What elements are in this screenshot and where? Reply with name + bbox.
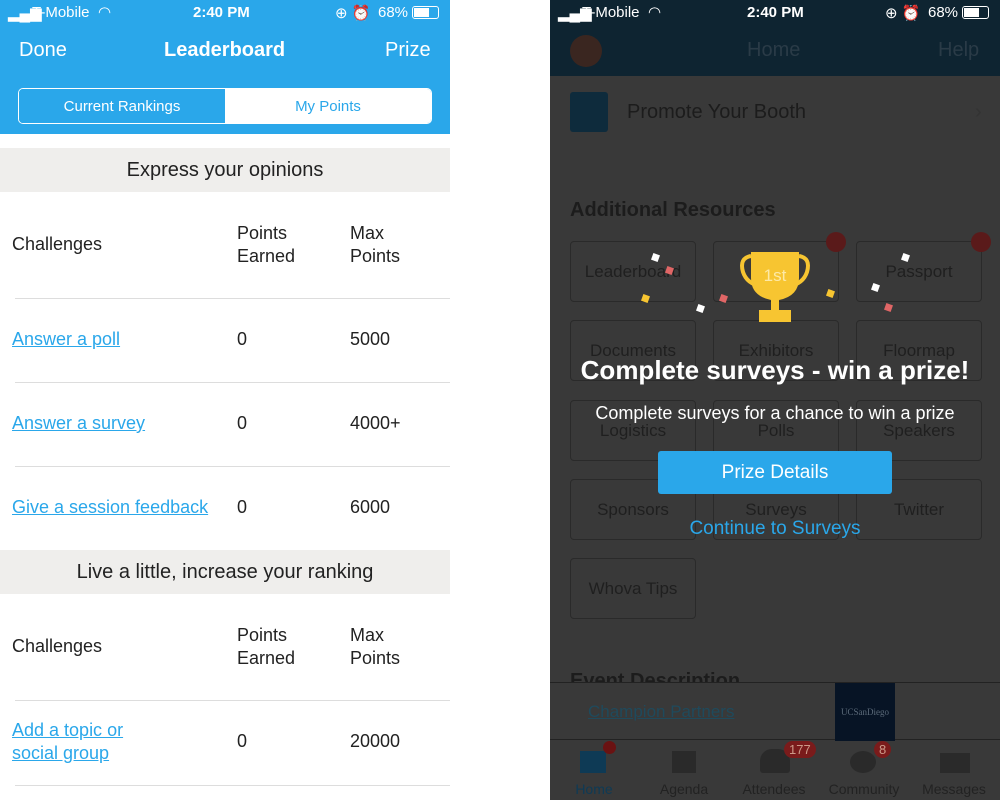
max-points: 4000+ (350, 413, 401, 433)
challenge-link[interactable]: Add a topic or social group (12, 719, 152, 765)
community-badge: 8 (874, 741, 892, 758)
carrier: T-Mobile (32, 4, 90, 21)
home-screen-with-prize-popup: ▂▄▆ T-Mobile ◠ 2:40 PM ⊕ ⏰ 68% Home Help… (550, 0, 1000, 800)
section-header: Express your opinions (0, 148, 450, 192)
battery-icon (962, 6, 989, 19)
community-icon (850, 751, 876, 773)
prize-button[interactable]: Prize (385, 39, 431, 62)
max-points: 5000 (350, 329, 391, 349)
points-earned: 0 (237, 731, 248, 751)
section-header: Live a little, increase your ranking (0, 550, 450, 594)
continue-to-surveys-link[interactable]: Continue to Surveys (550, 518, 1000, 540)
points-earned: 0 (237, 329, 248, 349)
divider (15, 298, 450, 299)
alarm-icon: ⊕ ⏰ (335, 5, 371, 22)
confetti (696, 304, 705, 313)
alarm-icon: ⊕ ⏰ (885, 5, 921, 22)
challenge-link[interactable]: Answer a survey (12, 412, 145, 435)
points-earned: 0 (237, 413, 248, 433)
notification-dot (826, 232, 846, 252)
trophy-label: 1st (764, 266, 787, 285)
tab-community[interactable]: Community (819, 781, 909, 797)
points-earned: 0 (237, 497, 248, 517)
clock: 2:40 PM (193, 4, 250, 21)
attendees-badge: 177 (784, 741, 816, 758)
resources-title: Additional Resources (570, 199, 776, 221)
max-points: 6000 (350, 497, 391, 517)
divider (15, 466, 450, 467)
tab-home[interactable]: Home (550, 781, 639, 797)
column-header-challenges: Challenges (12, 234, 103, 254)
tab-attendees[interactable]: Attendees (729, 781, 819, 797)
resource-tile[interactable]: Passport (856, 241, 982, 302)
prize-details-button[interactable]: Prize Details (658, 451, 892, 494)
resource-tile[interactable]: Leaderboard (570, 241, 696, 302)
divider (15, 785, 450, 786)
avatar[interactable] (570, 35, 602, 67)
wifi-icon: ◠ (98, 4, 112, 21)
challenge-link[interactable]: Answer a poll (12, 328, 120, 351)
carrier: T-Mobile (582, 4, 640, 21)
column-header-points-earned: Points Earned (237, 223, 296, 266)
champion-partners-link[interactable]: Champion Partners (588, 702, 734, 722)
partners-bar: Champion Partners UCSanDiego (550, 682, 1000, 741)
leaderboard-screen: ▂▄▆ T-Mobile ◠ 2:40 PM ⊕ ⏰ 68% Done Lead… (0, 0, 450, 800)
popup-subtitle: Complete surveys for a chance to win a p… (595, 403, 955, 423)
divider (15, 700, 450, 701)
tab-current-rankings[interactable]: Current Rankings (19, 89, 225, 123)
chevron-right-icon: › (975, 101, 982, 123)
battery-level: 68% (928, 4, 959, 21)
home-icon (580, 751, 606, 773)
divider (15, 382, 450, 383)
help-button[interactable]: Help (938, 39, 979, 62)
column-header-max-points: Max Points (350, 625, 401, 668)
promote-booth-item[interactable]: Promote Your Booth (627, 101, 806, 124)
battery-level: 68% (378, 4, 409, 21)
notification-dot (603, 741, 616, 754)
page-title: Home (747, 39, 801, 61)
segmented-control: Current Rankings My Points (18, 88, 432, 124)
ucsd-logo: UCSanDiego (835, 683, 895, 741)
page-title: Leaderboard (164, 39, 286, 61)
tab-messages[interactable]: Messages (909, 781, 999, 797)
battery-icon (412, 6, 439, 19)
tab-my-points[interactable]: My Points (225, 89, 431, 123)
resource-tile[interactable]: Whova Tips (570, 558, 696, 619)
column-header-max-points: Max Points (350, 223, 401, 266)
clock: 2:40 PM (747, 4, 804, 21)
tab-agenda[interactable]: Agenda (639, 781, 729, 797)
max-points: 20000 (350, 731, 401, 751)
envelope-icon (940, 753, 970, 773)
trophy-icon: 1st (740, 252, 810, 322)
popup-title: Complete surveys - win a prize! (580, 355, 970, 385)
wifi-icon: ◠ (648, 4, 662, 21)
challenge-link[interactable]: Give a session feedback (12, 496, 208, 519)
tab-bar: 177 8 Home Agenda Attendees Community Me… (550, 741, 1000, 800)
home-header: ▂▄▆ T-Mobile ◠ 2:40 PM ⊕ ⏰ 68% Home Help (550, 0, 1000, 76)
megaphone-icon (570, 92, 608, 132)
leaderboard-header: ▂▄▆ T-Mobile ◠ 2:40 PM ⊕ ⏰ 68% Done Lead… (0, 0, 450, 134)
calendar-icon (672, 751, 696, 773)
column-header-points-earned: Points Earned (237, 625, 296, 668)
confetti (884, 303, 893, 312)
done-button[interactable]: Done (19, 39, 67, 62)
notification-dot (971, 232, 991, 252)
column-header-challenges: Challenges (12, 636, 103, 656)
